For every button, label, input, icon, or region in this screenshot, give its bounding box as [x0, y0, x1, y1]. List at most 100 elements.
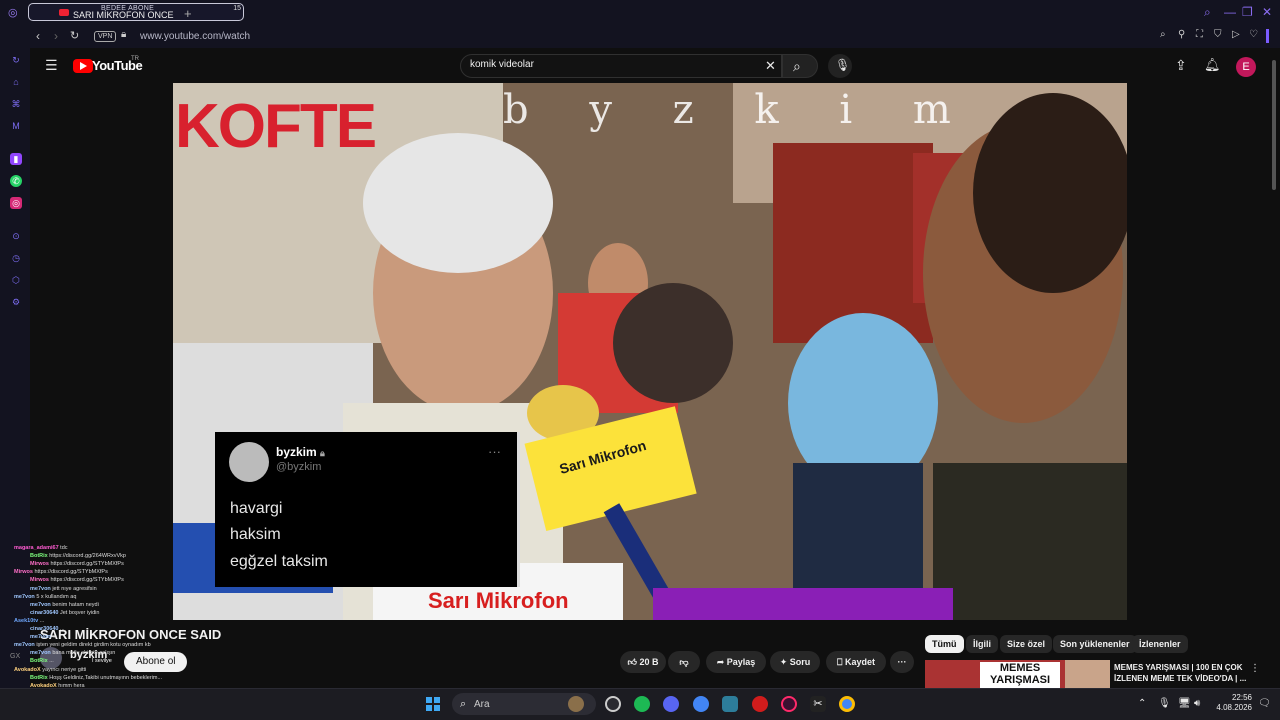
taskbar-search-text[interactable]: Ara — [474, 699, 490, 710]
menu-icon[interactable]: ☰ — [45, 58, 58, 72]
search-button[interactable]: ⌕ — [782, 54, 818, 78]
tray-network-icon[interactable]: 🖥︎ — [1178, 697, 1191, 711]
recommended-thumbnail[interactable]: MEMES YARIŞMASI — [925, 660, 1110, 688]
sidebar-cube-icon[interactable]: ⬡ — [10, 274, 22, 286]
instagram-icon[interactable]: ◎ — [10, 197, 22, 209]
chat-message: me7von bana mutlu ahirete çalışın — [30, 650, 115, 657]
new-tab-button[interactable]: + — [184, 7, 192, 20]
vpn-badge[interactable]: VPN — [94, 31, 117, 42]
chat-username[interactable]: cinar30640 — [30, 626, 60, 632]
file-explorer-icon[interactable] — [722, 696, 738, 712]
chat-message: magara_adami67 tdc — [14, 545, 68, 552]
sidebar-refresh-icon[interactable]: ↻ — [10, 54, 22, 66]
chat-username[interactable]: BotRix — [30, 658, 49, 664]
clear-search-icon[interactable]: ✕ — [765, 59, 776, 73]
rec-more-icon[interactable]: ⋮ — [1250, 662, 1260, 676]
share-icon: ➦ — [716, 657, 725, 667]
chat-username[interactable]: me7von — [14, 594, 36, 600]
search-value[interactable]: komik videolar — [470, 59, 534, 70]
sidebar-game-icon[interactable]: ⌘ — [10, 98, 22, 110]
windows-start-icon[interactable] — [426, 697, 440, 711]
forward-icon[interactable]: › — [54, 29, 58, 43]
more-actions-button[interactable]: ··· — [890, 651, 914, 673]
chrome-2-icon[interactable] — [839, 696, 855, 712]
chip-for-you[interactable]: Size özel — [1000, 635, 1053, 653]
chat-message: cinar30640 Jet boşver iyidin — [30, 610, 99, 617]
chip-watched[interactable]: İzlenenler — [1132, 635, 1188, 653]
chat-text: ... — [52, 634, 57, 641]
opera-icon[interactable] — [752, 696, 768, 712]
url-field[interactable]: www.youtube.com/watch — [140, 31, 250, 42]
search-highlight-icon[interactable] — [568, 696, 584, 712]
chat-message: BotRix Hoşş Geldiniz,Takibi unutmayınn b… — [30, 675, 162, 682]
chat-username[interactable]: me7von — [30, 602, 52, 608]
back-icon[interactable]: ‹ — [36, 29, 40, 43]
account-avatar[interactable]: E — [1236, 57, 1256, 77]
chat-username[interactable]: me7von — [30, 586, 52, 592]
twitch-icon[interactable]: ▮ — [10, 153, 22, 165]
sidebar-settings-icon[interactable]: ⚙ — [10, 296, 22, 308]
restore-icon[interactable]: ❐ — [1242, 5, 1253, 19]
play-icon[interactable]: ▷ — [1232, 29, 1240, 40]
share-button[interactable]: ➦ Paylaş — [706, 651, 766, 673]
chat-username[interactable]: Mirwos — [30, 577, 50, 583]
close-window-icon[interactable]: ✕ — [1262, 5, 1272, 19]
chip-recent[interactable]: Son yüklenenler — [1053, 635, 1137, 653]
chat-message: me7von işten yeni geldim direkt girdim k… — [14, 642, 151, 649]
tweet-line: haksim — [230, 526, 281, 543]
chat-username[interactable]: me7von — [30, 650, 52, 656]
reload-icon[interactable]: ↻ — [70, 29, 79, 42]
like-button[interactable]: 👍︎ 20 B — [620, 651, 666, 673]
opera-gx-icon[interactable] — [781, 696, 797, 712]
notifications-bell-icon[interactable]: 🔔︎ — [1204, 58, 1221, 72]
tray-expand-icon[interactable]: ⌃ — [1138, 697, 1146, 711]
sidebar-toggle-icon[interactable] — [1266, 29, 1269, 43]
search-tabs-icon[interactable]: ⌕ — [1204, 5, 1211, 20]
taskbar-clock[interactable]: 22:56 4.08.2026 — [1216, 693, 1252, 713]
chat-username[interactable]: me7von — [14, 642, 36, 648]
page-scrollbar[interactable] — [1272, 60, 1276, 190]
chat-username[interactable]: Mirwos — [30, 561, 50, 567]
active-tab[interactable]: BEDEE ABONE SARI MİKROFON ONCE 15 — [28, 3, 244, 21]
obs-icon[interactable] — [605, 696, 621, 712]
heart-icon[interactable]: ♡ — [1249, 29, 1258, 40]
chat-username[interactable]: Asek10tv — [14, 618, 40, 624]
ask-button[interactable]: ✦ Soru — [770, 651, 820, 673]
notification-center-icon[interactable]: 🗨︎ — [1258, 697, 1271, 711]
tray-mic-icon[interactable]: 🎙︎ — [1158, 697, 1171, 711]
sidebar-m-icon[interactable]: M — [10, 120, 22, 132]
sidebar-play-icon[interactable]: ⊙ — [10, 230, 22, 242]
more-icon: ··· — [897, 657, 907, 667]
zoom-icon[interactable]: ⌕ — [1160, 29, 1166, 40]
chip-all[interactable]: Tümü — [925, 635, 964, 653]
youtube-logo-icon[interactable] — [73, 59, 93, 73]
sidebar-bag-icon[interactable]: ⌂ — [10, 76, 22, 88]
capcut-icon[interactable]: ✂ — [810, 696, 826, 712]
chat-username[interactable]: BotRix — [30, 675, 49, 681]
upload-icon[interactable]: ⇪ — [1175, 58, 1187, 72]
chat-username[interactable]: BotRix — [30, 553, 49, 559]
minimize-icon[interactable]: — — [1224, 5, 1236, 19]
chip-related[interactable]: İlgili — [966, 635, 998, 653]
chat-username[interactable]: AvokadoX — [14, 667, 42, 673]
whatsapp-icon[interactable]: ✆ — [10, 175, 22, 187]
chrome-icon[interactable] — [693, 696, 709, 712]
screenshot-icon[interactable]: ⛶ — [1196, 29, 1203, 40]
browser-logo-icon[interactable]: ◎ — [8, 6, 18, 20]
tray-volume-icon[interactable]: 🔊︎ — [1194, 697, 1200, 711]
tweet-handle: @byzkim — [276, 461, 322, 473]
shield-icon[interactable]: ⛉ — [1214, 29, 1222, 40]
chat-username[interactable]: me7von — [30, 634, 52, 640]
chat-username[interactable]: magara_adami67 — [14, 545, 60, 551]
discord-icon[interactable] — [663, 696, 679, 712]
pin-icon[interactable]: ⚲ — [1178, 29, 1185, 40]
save-button[interactable]: ⎕ Kaydet — [826, 651, 886, 673]
more-options-icon: ··· — [488, 444, 501, 459]
voice-search-button[interactable]: 🎙︎ — [828, 54, 852, 78]
recommended-title[interactable]: MEMES YARIŞMASI | 100 EN ÇOK İZLENEN MEM… — [1114, 662, 1254, 684]
chat-username[interactable]: cinar30640 — [30, 610, 60, 616]
sidebar-clock-icon[interactable]: ◷ — [10, 252, 22, 264]
dislike-button[interactable]: 👎︎ — [668, 651, 700, 673]
chat-username[interactable]: Mirwos — [14, 569, 34, 575]
spotify-icon[interactable] — [634, 696, 650, 712]
